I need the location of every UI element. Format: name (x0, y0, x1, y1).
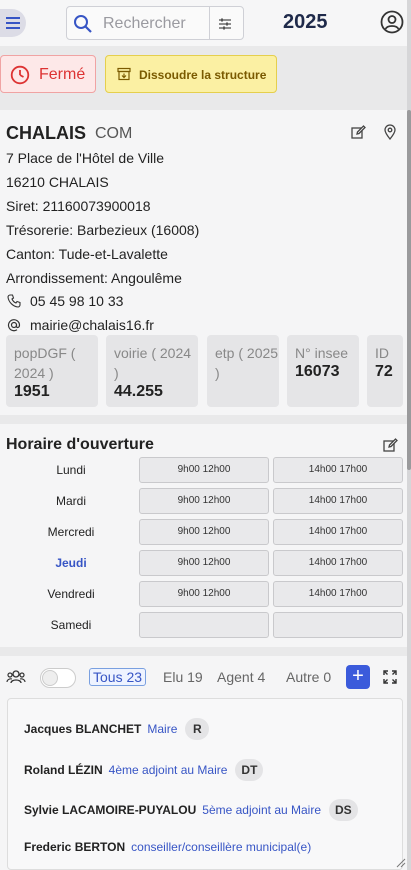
tab-all[interactable]: Tous 23 (89, 666, 147, 690)
stat-label: voirie ( 2024 ) (114, 345, 192, 381)
contact-name: Sylvie LACAMOIRE-PUYALOU (24, 803, 197, 817)
tab-label: Autre 0 (286, 669, 332, 685)
address-line: 7 Place de l'Hôtel de Ville (6, 150, 165, 166)
afternoon-slot[interactable]: 14h00 17h00 (273, 581, 403, 607)
postcode-city: 16210 CHALAIS (6, 174, 109, 190)
contact-name: Jacques BLANCHET (24, 722, 142, 736)
resize-handle-icon[interactable] (396, 858, 406, 868)
list-item[interactable]: Frederic BERTON conseiller/conseillère mu… (24, 840, 311, 854)
stat-etp: etp ( 2025 ) (207, 335, 279, 407)
tab-label: Tous 23 (89, 668, 147, 686)
entity-card: CHALAIS COM 7 Place de l'Hôtel de Ville … (0, 110, 407, 415)
contact-role[interactable]: Maire (147, 722, 177, 736)
morning-slot[interactable] (139, 612, 269, 638)
morning-slot[interactable]: 9h00 12h00 (139, 550, 269, 576)
stat-label: popDGF ( 2024 ) (14, 345, 76, 381)
morning-slot[interactable]: 9h00 12h00 (139, 488, 269, 514)
afternoon-slot[interactable]: 14h00 17h00 (273, 550, 403, 576)
contacts-card: Tous 23 Elu 19 Agent 4 Autre 0 + Jacques… (0, 656, 407, 870)
morning-slot[interactable]: 9h00 12h00 (139, 457, 269, 483)
tab-other[interactable]: Autre 0 (286, 666, 331, 690)
top-bar: Rechercher 2025 (0, 0, 411, 46)
list-item[interactable]: Sylvie LACAMOIRE-PUYALOU 5ème adjoint au … (24, 799, 358, 821)
canton: Canton: Tude-et-Lavalette (6, 246, 168, 262)
afternoon-slot[interactable]: 14h00 17h00 (273, 519, 403, 545)
add-contact-button[interactable]: + (346, 665, 370, 689)
siret: Siret: 21160073900018 (6, 198, 151, 214)
day-label: Mercredi (47, 525, 95, 539)
contact-role[interactable]: conseiller/conseillère municipal(e) (131, 840, 311, 854)
opening-hours-title: Horaire d'ouverture (6, 436, 154, 453)
tresorerie: Trésorerie: Barbezieux (16008) (6, 222, 200, 238)
stat-value: 1951 (14, 383, 50, 400)
stat-value: 44.255 (114, 383, 163, 400)
dissolve-label: Dissoudre la structure (139, 68, 267, 82)
hamburger-icon (6, 17, 20, 29)
list-item[interactable]: Jacques BLANCHET Maire R (24, 718, 210, 740)
morning-slot[interactable]: 9h00 12h00 (139, 519, 269, 545)
day-label: Samedi (50, 618, 92, 632)
edit-icon[interactable] (383, 438, 398, 453)
initials-badge: DT (235, 759, 264, 781)
edit-icon[interactable] (351, 125, 366, 140)
menu-button[interactable] (0, 9, 26, 37)
stat-value: 16073 (295, 363, 340, 380)
phone-number[interactable]: 05 45 98 10 33 (30, 293, 123, 309)
clock-icon (10, 65, 30, 85)
day-label: Vendredi (47, 587, 95, 601)
list-item[interactable]: Roland LÉZIN 4ème adjoint au Maire DT (24, 759, 264, 781)
tab-label: Elu 19 (163, 669, 203, 685)
initials-badge: R (185, 718, 210, 740)
stat-voirie: voirie ( 2024 ) 44.255 (106, 335, 198, 407)
dissolve-structure-button[interactable]: Dissoudre la structure (105, 55, 277, 93)
stat-value: 72 (375, 363, 393, 380)
filter-toggle[interactable] (40, 668, 76, 688)
opening-hours-card: Horaire d'ouverture Lundi 9h00 12h00 14h… (0, 424, 407, 647)
stat-label: etp ( 2025 ) (215, 345, 279, 381)
afternoon-slot[interactable]: 14h00 17h00 (273, 488, 403, 514)
expand-icon[interactable] (383, 670, 397, 684)
tab-label: Agent 4 (217, 669, 266, 685)
location-pin-icon[interactable] (383, 124, 397, 140)
morning-slot[interactable]: 9h00 12h00 (139, 581, 269, 607)
phone-icon (7, 294, 21, 308)
user-account-icon[interactable] (380, 10, 404, 34)
stat-label: N° insee (295, 345, 349, 361)
search-divider (209, 7, 210, 39)
contact-name: Roland LÉZIN (24, 763, 103, 777)
filter-icon[interactable] (218, 17, 232, 31)
contact-role[interactable]: 5ème adjoint au Maire (202, 803, 321, 817)
contact-name: Frederic BERTON (24, 840, 126, 854)
afternoon-slot[interactable] (273, 612, 403, 638)
tab-agents[interactable]: Agent 4 (217, 666, 265, 690)
group-icon (6, 670, 26, 684)
archive-icon (117, 67, 131, 81)
search-input[interactable]: Rechercher (103, 15, 186, 33)
contacts-list: Jacques BLANCHET Maire R Roland LÉZIN 4ème … (7, 698, 403, 870)
arrondissement: Arrondissement: Angoulême (6, 270, 182, 286)
stat-id: ID 72 (367, 335, 403, 407)
stat-popdgf: popDGF ( 2024 ) 1951 (6, 335, 98, 407)
entity-type: COM (95, 125, 133, 142)
contact-role[interactable]: 4ème adjoint au Maire (109, 763, 228, 777)
closed-status-badge[interactable]: Fermé (0, 55, 96, 93)
initials-badge: DS (329, 799, 358, 821)
stat-label: ID (375, 345, 389, 361)
email-link[interactable]: mairie@chalais16.fr (30, 317, 154, 333)
closed-label: Fermé (39, 66, 86, 83)
toggle-knob (42, 670, 58, 686)
search-box[interactable]: Rechercher (66, 6, 244, 40)
day-label: Lundi (56, 463, 86, 477)
entity-name: CHALAIS (6, 123, 86, 143)
afternoon-slot[interactable]: 14h00 17h00 (273, 457, 403, 483)
year-selector[interactable]: 2025 (283, 11, 328, 34)
at-sign-icon (7, 319, 21, 332)
search-icon (74, 15, 92, 33)
scrollbar-thumb[interactable] (407, 110, 411, 470)
stat-insee: N° insee 16073 (287, 335, 359, 407)
day-label-today: Jeudi (55, 556, 87, 570)
day-label: Mardi (55, 494, 86, 508)
tab-elected[interactable]: Elu 19 (163, 666, 203, 690)
